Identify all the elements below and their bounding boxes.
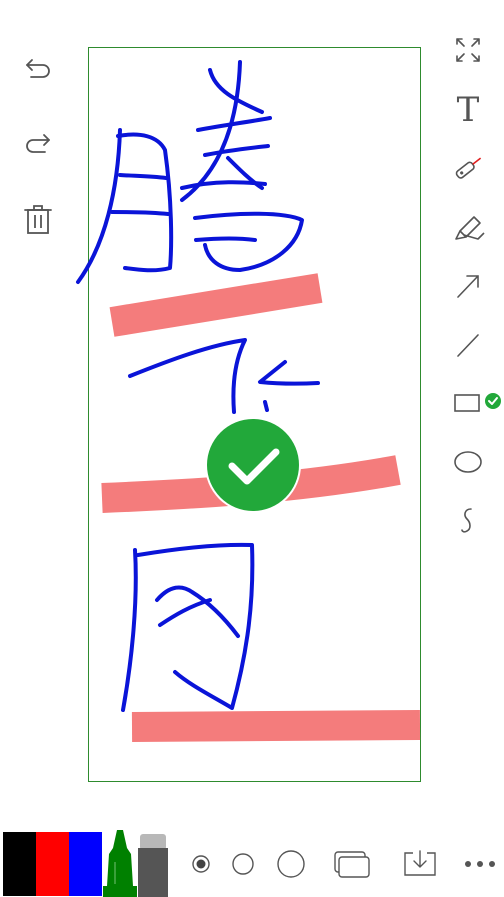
line-tool-button[interactable] [446,325,490,365]
drawing-layer [76,60,421,742]
arrow-tool-button[interactable] [446,266,490,306]
curve-tool-button[interactable] [446,500,490,540]
highlighter-button[interactable] [446,207,490,247]
text-tool-icon: T [456,90,480,130]
download-icon [404,850,436,876]
straight-line-icon [457,334,479,357]
highlight-stroke [109,273,323,337]
text-tool-button[interactable]: T [446,90,490,130]
stroke-circle-large-icon [277,850,305,878]
ellipse-icon [454,451,482,473]
more-options-button[interactable] [460,842,500,886]
save-download-button[interactable] [398,842,442,886]
color-swatch-gray-eraser[interactable] [137,832,169,897]
color-swatch-green-marker[interactable] [101,828,139,897]
ellipse-tool-button[interactable] [446,442,490,482]
stroke-circle-medium-icon [232,853,254,875]
layers-button[interactable] [330,842,374,886]
stroke-size-small[interactable] [186,842,216,886]
confirm-check-button[interactable] [205,417,301,513]
rectangle-icon [454,394,480,412]
color-swatch-black[interactable] [3,832,36,896]
highlight-stroke [131,710,421,742]
highlighter-icon [455,216,485,240]
color-swatch-red[interactable] [36,832,69,896]
layers-copy-icon [334,851,370,878]
more-dots-icon [465,861,495,867]
laser-pen-button[interactable] [446,148,490,188]
selected-check-icon [485,393,501,409]
arrow-line-icon [457,275,479,298]
stroke-size-large[interactable] [274,842,308,886]
stroke-dot-selected-icon [192,855,210,873]
color-swatch-blue[interactable] [69,832,102,896]
expand-icon [456,38,480,62]
handwriting-ink [76,60,320,712]
freehand-curve-icon [461,508,472,533]
fullscreen-button[interactable] [446,30,490,70]
stroke-size-medium[interactable] [228,842,258,886]
laser-pen-icon [455,157,482,179]
